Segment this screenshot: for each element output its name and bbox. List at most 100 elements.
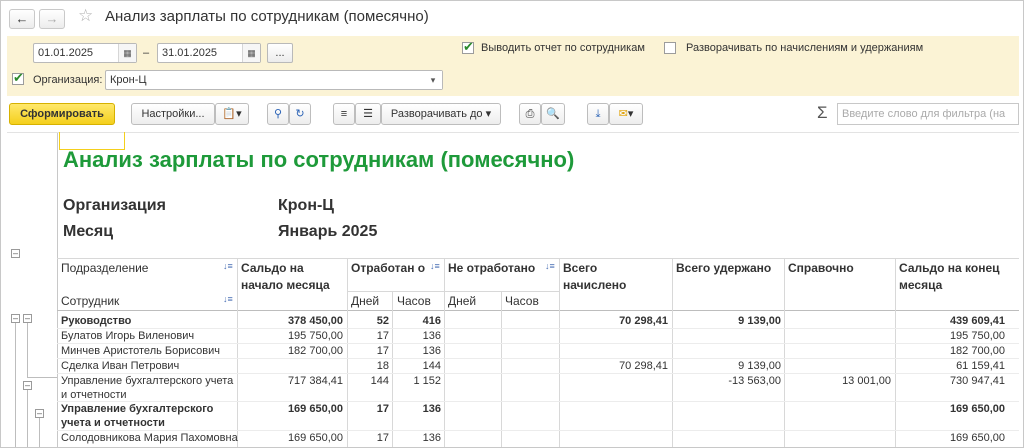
cell-days: 17 xyxy=(376,432,389,444)
organization-label: Организация: xyxy=(33,74,103,86)
print-preview-icon: 🔍 xyxy=(546,108,560,120)
cell-closing: 182 700,00 xyxy=(949,345,1005,357)
col-not-worked[interactable]: Не отработано xyxy=(448,260,542,277)
cell-opening: 378 450,00 xyxy=(287,315,343,327)
cell-hours: 416 xyxy=(422,315,441,327)
send-button[interactable]: ✉▾ xyxy=(609,103,643,125)
arrow-left-icon: ← xyxy=(15,11,29,26)
cell-closing: 61 159,41 xyxy=(956,360,1005,372)
col-worked[interactable]: Отработан о xyxy=(351,260,427,277)
col-closing[interactable]: Сальдо на конец месяца xyxy=(899,260,1009,294)
date-from-field[interactable]: 01.01.2025 ▦ xyxy=(33,43,137,63)
col-worked-days[interactable]: Дней xyxy=(351,293,379,310)
arrow-right-icon: → xyxy=(45,11,59,26)
cell-accrued: 70 298,41 xyxy=(619,315,668,327)
report-variants-icon: 📋▾ xyxy=(222,108,242,120)
expand-to-button[interactable]: Разворачивать до ▾ xyxy=(381,103,501,125)
col-department[interactable]: Подразделение xyxy=(61,260,148,277)
cell-closing: 169 650,00 xyxy=(949,432,1005,444)
row-name: Руководство xyxy=(61,315,132,327)
date-to-field[interactable]: 31.01.2025 ▦ xyxy=(157,43,261,63)
cell-opening: 169 650,00 xyxy=(287,432,343,444)
find-next-button[interactable]: ↻ xyxy=(289,103,311,125)
cell-withheld: 9 139,00 xyxy=(738,315,781,327)
date-separator: – xyxy=(143,47,150,59)
settings-button[interactable]: Настройки... xyxy=(131,103,215,125)
collapse-icon[interactable]: – xyxy=(35,409,44,418)
dropdown-icon[interactable]: ▾ xyxy=(424,71,442,89)
col-accrued[interactable]: Всего начислено xyxy=(563,260,663,294)
sort-icon[interactable]: ↓≡ xyxy=(223,261,233,271)
report-title: Анализ зарплаты по сотрудникам (помесячн… xyxy=(63,147,575,172)
period-select-button[interactable]: ... xyxy=(267,43,293,63)
collapse-icon[interactable]: – xyxy=(23,381,32,390)
print-button[interactable]: ⎙ xyxy=(519,103,541,125)
sort-icon[interactable]: ↓≡ xyxy=(545,261,555,271)
cell-closing: 169 650,00 xyxy=(949,403,1005,415)
row-name: Солодовникова Мария Пахомовна xyxy=(61,432,238,444)
search-icon: ⚲ xyxy=(273,108,283,120)
col-opening[interactable]: Сальдо на начало месяца xyxy=(241,260,345,294)
col-withheld[interactable]: Всего удержано xyxy=(676,260,776,277)
group-button[interactable]: ≡ xyxy=(333,103,355,125)
sort-icon[interactable]: ↓≡ xyxy=(430,261,440,271)
variants-button[interactable]: 📋▾ xyxy=(215,103,249,125)
list-button[interactable]: ☰ xyxy=(355,103,381,125)
expand-accruals-checkbox[interactable] xyxy=(664,42,676,54)
cell-days: 18 xyxy=(376,360,389,372)
cell-opening: 182 700,00 xyxy=(287,345,343,357)
search-next-icon: ↻ xyxy=(295,108,305,120)
date-to-value: 31.01.2025 xyxy=(162,47,218,59)
find-button[interactable]: ⚲ xyxy=(267,103,289,125)
row-name: Минчев Аристотель Борисович xyxy=(61,345,220,357)
cell-days: 17 xyxy=(376,330,389,342)
calendar-icon[interactable]: ▦ xyxy=(242,44,260,62)
col-notworked-hours[interactable]: Часов xyxy=(505,293,539,310)
sum-icon[interactable]: Σ xyxy=(817,103,828,123)
col-worked-hours[interactable]: Часов xyxy=(397,293,431,310)
cell-hours: 144 xyxy=(422,360,441,372)
organization-field[interactable]: Крон-Ц ▾ xyxy=(105,70,443,90)
cell-hours: 136 xyxy=(422,432,441,444)
sort-icon[interactable]: ↓≡ xyxy=(223,294,233,304)
forward-button[interactable]: → xyxy=(39,9,65,29)
month-value: Январь 2025 xyxy=(278,223,378,240)
month-caption: Месяц xyxy=(63,223,114,240)
row-name: Булатов Игорь Виленович xyxy=(61,330,195,342)
save-button[interactable]: ⤓ xyxy=(587,103,609,125)
collapse-icon[interactable]: – xyxy=(23,314,32,323)
cell-opening: 195 750,00 xyxy=(287,330,343,342)
row-name: Управление бухгалтерского учета и отчетн… xyxy=(61,375,234,401)
col-employee[interactable]: Сотрудник xyxy=(61,293,119,310)
filter-input[interactable]: Введите слово для фильтра (на xyxy=(837,103,1019,125)
back-button[interactable]: ← xyxy=(9,9,35,29)
col-reference[interactable]: Справочно xyxy=(788,260,854,277)
cell-closing: 439 609,41 xyxy=(949,315,1005,327)
star-icon[interactable]: ☆ xyxy=(78,6,93,26)
cell-withheld: 9 139,00 xyxy=(738,360,781,372)
cell-hours: 136 xyxy=(422,345,441,357)
generate-button[interactable]: Сформировать xyxy=(9,103,115,125)
list-icon: ☰ xyxy=(363,108,373,120)
cell-opening: 169 650,00 xyxy=(287,403,343,415)
col-notworked-days[interactable]: Дней xyxy=(448,293,476,310)
report-area: Анализ зарплаты по сотрудникам (помесячн… xyxy=(7,132,1019,447)
cell-withheld: -13 563,00 xyxy=(728,375,781,387)
org-caption: Организация xyxy=(63,197,166,214)
calendar-icon[interactable]: ▦ xyxy=(118,44,136,62)
organization-checkbox[interactable] xyxy=(12,70,24,86)
title-bar: ← → ☆ Анализ зарплаты по сотрудникам (по… xyxy=(1,1,1023,35)
date-from-value: 01.01.2025 xyxy=(38,47,94,59)
cell-closing: 195 750,00 xyxy=(949,330,1005,342)
row-name: Управление бухгалтерского учета и отчетн… xyxy=(61,403,214,429)
collapse-icon[interactable]: – xyxy=(11,314,20,323)
cell-closing: 730 947,41 xyxy=(949,375,1005,387)
by-employees-label: Выводить отчет по сотрудникам xyxy=(481,42,645,54)
collapse-icon[interactable]: – xyxy=(11,249,20,258)
cell-hours: 136 xyxy=(422,330,441,342)
by-employees-checkbox[interactable] xyxy=(462,39,474,55)
app-window: ← → ☆ Анализ зарплаты по сотрудникам (по… xyxy=(0,0,1024,448)
cell-days: 17 xyxy=(376,403,389,415)
preview-button[interactable]: 🔍 xyxy=(541,103,565,125)
org-value: Крон-Ц xyxy=(278,197,334,214)
